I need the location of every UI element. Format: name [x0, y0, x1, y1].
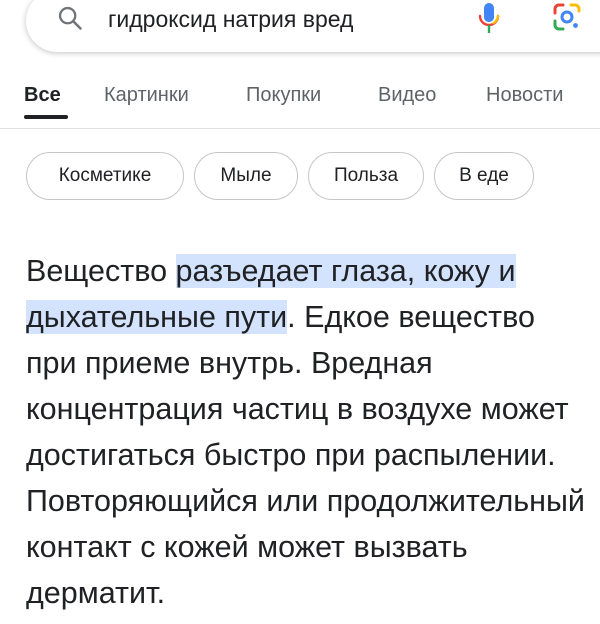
tab-videos[interactable]: Видео [378, 84, 436, 107]
search-results-page: гидроксид натрия вред Все Картинки Покуп… [0, 0, 600, 624]
featured-snippet-text: Вещество разъедает глаза, кожу и дыхател… [26, 248, 586, 616]
google-lens-icon[interactable] [552, 2, 582, 32]
chip-cosmetics[interactable]: Косметике [26, 152, 184, 200]
tabs-divider [0, 128, 600, 129]
answer-rest: . Едкое вещество при приеме внутрь. Вред… [26, 300, 585, 610]
mic-icon[interactable] [478, 2, 500, 36]
search-bar[interactable]: гидроксид натрия вред [26, 0, 600, 52]
chip-in-food[interactable]: В еде [434, 152, 534, 200]
tab-shopping[interactable]: Покупки [246, 84, 321, 107]
tab-all[interactable]: Все [24, 84, 61, 107]
search-query-text[interactable]: гидроксид натрия вред [108, 6, 353, 33]
tab-images[interactable]: Картинки [104, 84, 189, 107]
chip-benefit[interactable]: Польза [308, 152, 424, 200]
answer-lead: Вещество [26, 254, 176, 288]
active-tab-indicator [24, 115, 68, 119]
search-icon [58, 6, 82, 30]
tab-news[interactable]: Новости [486, 84, 563, 107]
search-tabs: Все Картинки Покупки Видео Новости [0, 66, 600, 124]
chip-soap[interactable]: Мыле [194, 152, 298, 200]
